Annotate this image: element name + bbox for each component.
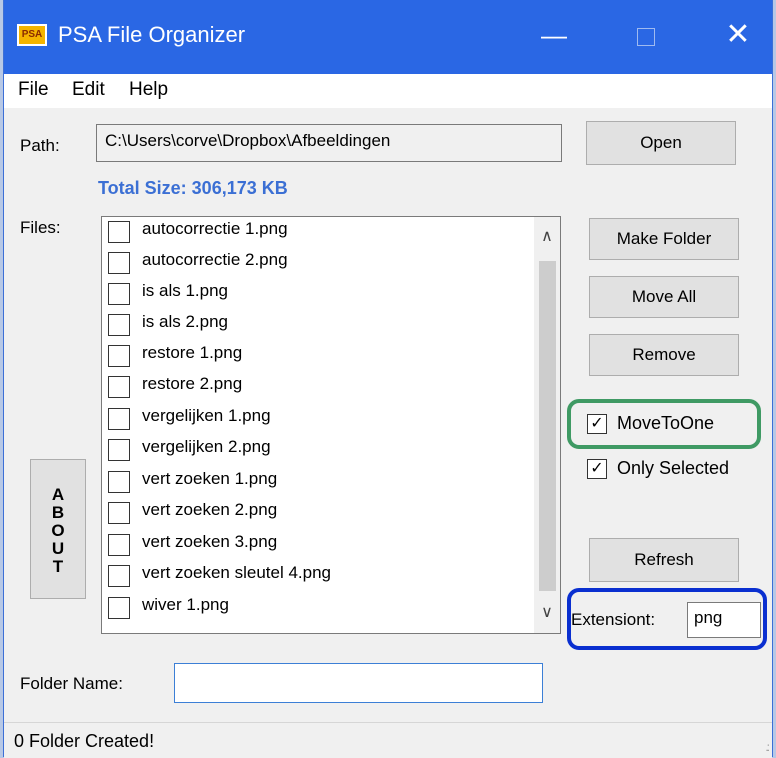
file-checkbox[interactable]: [108, 252, 130, 274]
file-checkbox[interactable]: [108, 597, 130, 619]
file-checkbox[interactable]: [108, 283, 130, 305]
file-name: is als 1.png: [142, 281, 228, 300]
remove-button[interactable]: Remove: [589, 334, 739, 376]
file-checkbox[interactable]: [108, 221, 130, 243]
file-name: vert zoeken 3.png: [142, 532, 278, 551]
file-checkbox[interactable]: [108, 534, 130, 556]
file-checkbox[interactable]: [108, 439, 130, 461]
folder-name-input[interactable]: [174, 663, 543, 703]
menu-edit[interactable]: Edit: [72, 79, 105, 101]
file-checkbox[interactable]: [108, 565, 130, 587]
refresh-button[interactable]: Refresh: [589, 538, 739, 582]
about-label: A B O U T: [51, 485, 65, 576]
only-selected-checkbox[interactable]: ✓: [587, 459, 607, 479]
about-button[interactable]: A B O U T: [30, 459, 86, 599]
window-title: PSA File Organizer: [58, 22, 246, 47]
extension-label: Extensiont:: [571, 610, 656, 629]
file-list-scrollbar[interactable]: ∧ ∨: [534, 217, 560, 633]
menu-bar: File Edit Help: [4, 74, 772, 108]
file-name: wiver 1.png: [142, 595, 229, 614]
file-checkbox[interactable]: [108, 502, 130, 524]
resize-grip-icon[interactable]: .:: [765, 740, 769, 754]
file-checkbox[interactable]: [108, 408, 130, 430]
maximize-icon: [637, 28, 655, 47]
file-name: autocorrectie 2.png: [142, 250, 288, 269]
file-name: is als 2.png: [142, 312, 228, 331]
scroll-thumb[interactable]: [539, 261, 556, 591]
file-list[interactable]: autocorrectie 1.png autocorrectie 2.png …: [101, 216, 561, 634]
maximize-button[interactable]: [616, 10, 676, 60]
file-name: vergelijken 2.png: [142, 437, 271, 456]
file-checkbox[interactable]: [108, 471, 130, 493]
scroll-up-icon[interactable]: ∧: [534, 217, 560, 257]
minimize-button[interactable]: —: [524, 10, 584, 60]
make-folder-button[interactable]: Make Folder: [589, 218, 739, 260]
menu-file[interactable]: File: [18, 79, 49, 101]
file-name: vert zoeken sleutel 4.png: [142, 563, 332, 582]
move-to-one-checkbox[interactable]: ✓: [587, 414, 607, 434]
folder-name-label: Folder Name:: [20, 674, 123, 693]
app-window: PSA PSA File Organizer — ✕ File Edit Hel…: [3, 0, 773, 758]
files-label: Files:: [20, 218, 61, 237]
file-name: vergelijken 1.png: [142, 406, 271, 425]
file-checkbox[interactable]: [108, 314, 130, 336]
file-name: restore 2.png: [142, 374, 243, 393]
file-name: autocorrectie 1.png: [142, 219, 288, 238]
file-checkbox[interactable]: [108, 345, 130, 367]
status-bar: 0 Folder Created! .:: [4, 722, 772, 758]
file-name: vert zoeken 1.png: [142, 469, 278, 488]
file-name: restore 1.png: [142, 343, 243, 362]
total-size-label: Total Size: 306,173 KB: [98, 178, 288, 198]
menu-help[interactable]: Help: [129, 79, 168, 101]
extension-input[interactable]: png: [687, 602, 761, 638]
file-checkbox[interactable]: [108, 376, 130, 398]
only-selected-label: Only Selected: [617, 458, 730, 478]
app-icon: PSA: [17, 24, 47, 46]
open-button[interactable]: Open: [586, 121, 736, 165]
scroll-down-icon[interactable]: ∨: [534, 593, 560, 633]
file-name: vert zoeken 2.png: [142, 500, 278, 519]
close-button[interactable]: ✕: [708, 10, 768, 60]
path-label: Path:: [20, 136, 60, 155]
path-field[interactable]: C:\Users\corve\Dropbox\Afbeeldingen: [96, 124, 562, 162]
move-to-one-label: MoveToOne: [617, 413, 715, 433]
move-all-button[interactable]: Move All: [589, 276, 739, 318]
title-bar[interactable]: PSA PSA File Organizer — ✕: [4, 0, 772, 74]
status-text: 0 Folder Created!: [14, 731, 155, 751]
